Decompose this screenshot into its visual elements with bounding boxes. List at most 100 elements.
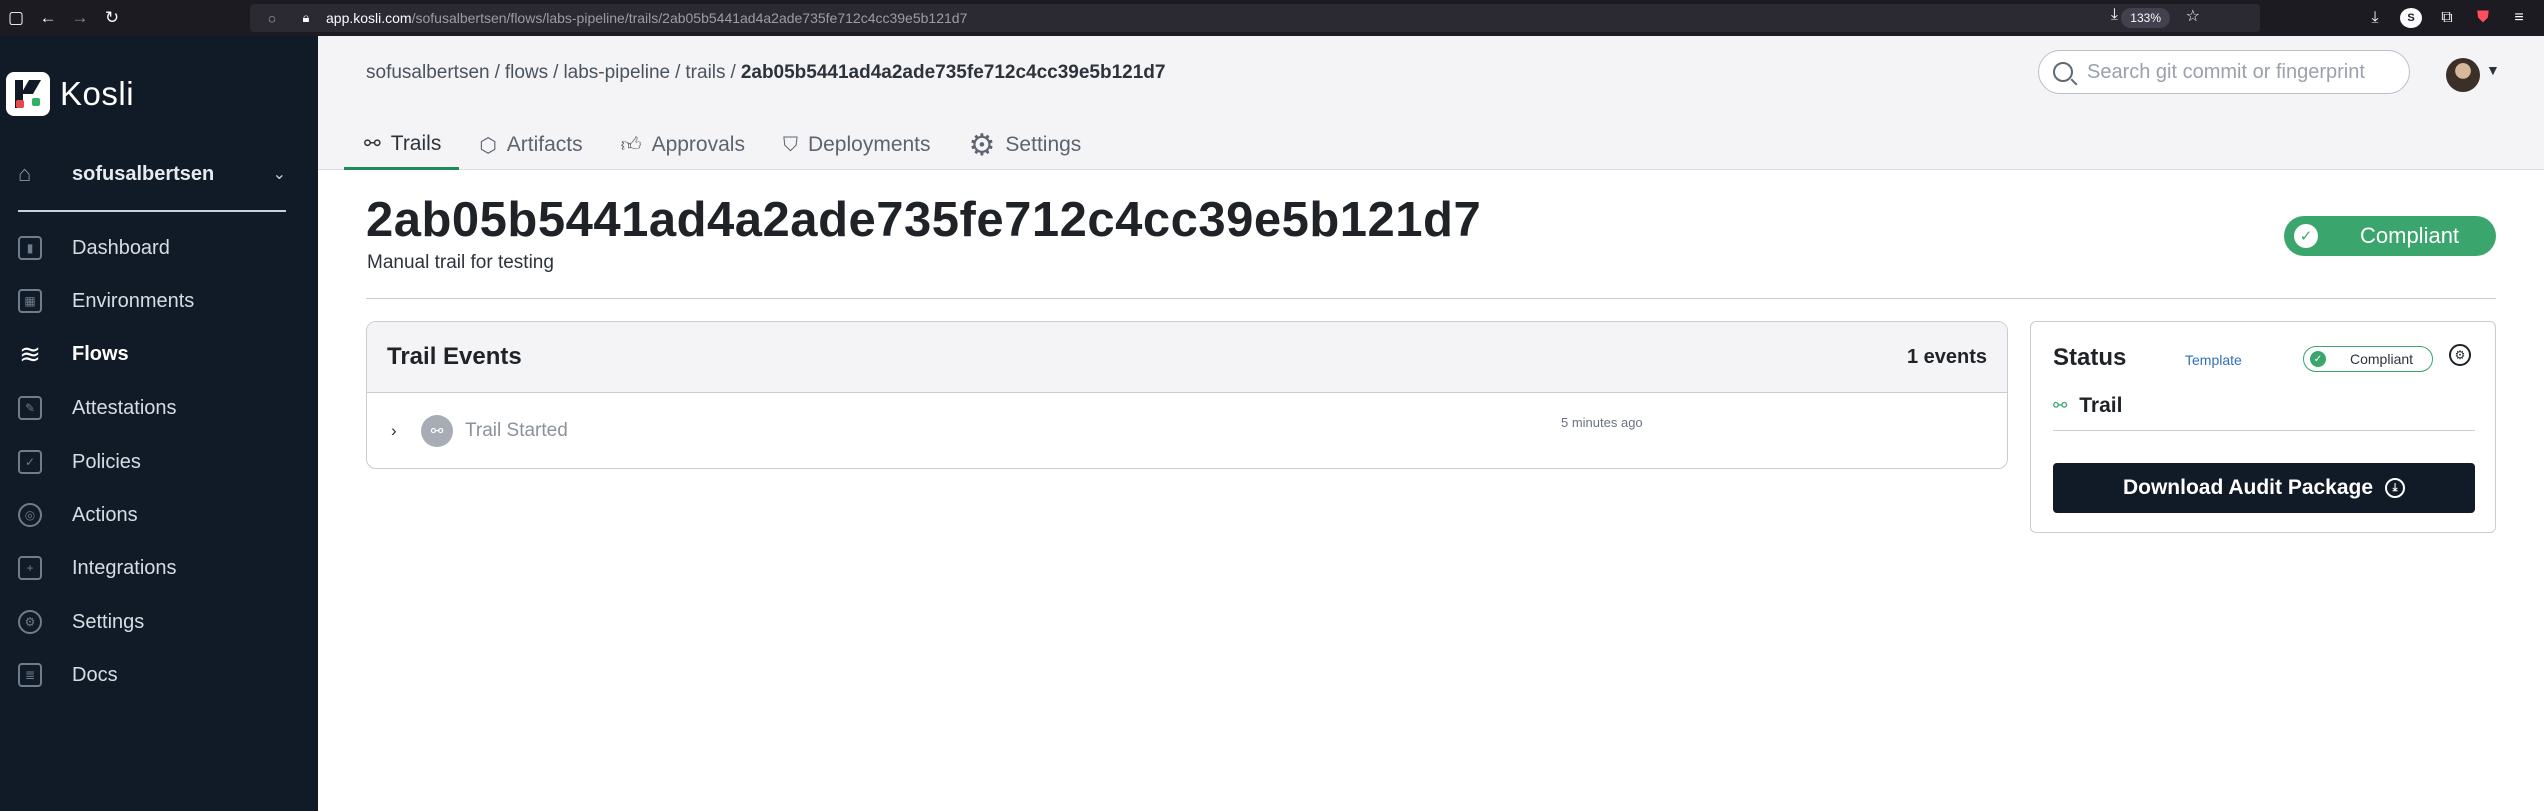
dashboard-icon: ▮ (18, 236, 42, 260)
sidebar: Kosli ⌂ sofusalbertsen ⌄ ▮ Dashboard ▦ E… (0, 36, 318, 811)
sidebar-item-flows[interactable]: ≋ Flows (18, 336, 308, 372)
trail-events-panel: Trail Events 1 events › ⚯ Trail Started … (366, 321, 2008, 469)
chevron-right-icon[interactable]: › (391, 421, 405, 441)
status-divider (2053, 430, 2475, 431)
menu-icon[interactable]: ≡ (2508, 9, 2530, 27)
sidebar-item-label: Actions (72, 503, 138, 526)
actions-icon: ◎ (18, 503, 42, 527)
shield-icon: ◌ (268, 10, 276, 26)
status-trail-label: Trail (2079, 394, 2123, 417)
status-panel: Status Template ✓ Compliant ⚙ ⚯ Trail Do… (2030, 321, 2496, 533)
extensions-puzzle-icon[interactable]: ⧉ (2436, 9, 2458, 27)
reload-icon[interactable]: ↻ (96, 0, 128, 36)
sidebar-item-label: Docs (72, 663, 118, 686)
trail-events-header: Trail Events 1 events (367, 322, 2007, 393)
event-label: Trail Started (465, 420, 568, 441)
page-header: sofusalbertsen / flows / labs-pipeline / trail… (318, 36, 2544, 170)
browser-extensions: ⤓ S ⧉ ⛊ ≡ (2364, 0, 2544, 36)
tab-approvals[interactable]: 👍︎ Approvals (601, 120, 763, 170)
sidebar-item-docs[interactable]: ≣ Docs (18, 657, 308, 693)
extension-s-icon[interactable]: S (2400, 8, 2422, 28)
tab-label: Approvals (651, 133, 745, 156)
address-bar[interactable]: ◌ 🔒︎ app.kosli.com/sofusalbertsen/flows/… (250, 4, 2260, 32)
sidebar-item-label: Environments (72, 289, 195, 312)
sidebar-item-dashboard[interactable]: ▮ Dashboard (18, 230, 308, 266)
title-divider (366, 298, 2496, 299)
tab-trails[interactable]: ⚯ Trails (344, 120, 460, 170)
trail-icon: ⚯ (2053, 396, 2068, 415)
url-text: app.kosli.com/sofusalbertsen/flows/labs-… (326, 10, 968, 26)
trail-event-icon: ⚯ (421, 415, 453, 447)
kosli-logo-mark (6, 72, 50, 116)
environments-icon: ▦ (18, 289, 42, 313)
avatar[interactable] (2446, 58, 2480, 92)
download-page-icon[interactable]: ⤓ (2111, 6, 2118, 24)
tab-artifacts[interactable]: ⬡ Artifacts (459, 120, 600, 170)
breadcrumb-trails[interactable]: trails (685, 62, 725, 83)
tab-label: Deployments (807, 133, 931, 156)
download-icon: ⤓ (2385, 478, 2406, 498)
settings-icon: ⚙ (18, 610, 42, 634)
status-badge: ✓ Compliant (2303, 346, 2433, 372)
gear-icon[interactable]: ⚙ (2449, 344, 2471, 366)
approvals-icon: 👍︎ (620, 134, 642, 156)
bookmark-star-icon[interactable]: ☆ (2186, 6, 2200, 26)
sidebar-item-label: Integrations (72, 556, 177, 579)
template-link[interactable]: Template (2185, 352, 2242, 368)
breadcrumb-flows[interactable]: flows (505, 62, 548, 83)
org-divider (18, 210, 286, 212)
lock-icon: 🔒︎ (302, 10, 310, 25)
sidebar-item-label: Flows (72, 342, 129, 365)
trails-icon: ⚯ (364, 133, 381, 155)
zoom-badge[interactable]: 133% (2121, 8, 2170, 28)
compliance-label: Compliant (2360, 223, 2460, 248)
docs-icon: ≣ (18, 663, 42, 687)
breadcrumb-current: 2ab05b5441ad4a2ade735fe712c4cc39e5b121d7 (740, 62, 1166, 83)
downloads-icon[interactable]: ⤓ (2364, 9, 2386, 27)
sidebar-item-actions[interactable]: ◎ Actions (18, 497, 308, 533)
list-item[interactable]: › ⚯ Trail Started 5 minutes ago (367, 393, 2007, 468)
flows-icon: ≋ (19, 338, 41, 369)
sidebar-item-environments[interactable]: ▦ Environments (18, 283, 308, 319)
caret-down-icon[interactable]: ▼ (2486, 62, 2500, 78)
sidebar-item-attestations[interactable]: ✎ Attestations (18, 390, 308, 426)
deployments-icon: ⛉ (782, 133, 798, 156)
back-icon[interactable]: ← (32, 0, 64, 36)
artifacts-icon: ⬡ (479, 134, 497, 157)
sidebar-toggle-icon[interactable]: ▢ (0, 0, 32, 36)
trail-events-count: 1 events (1906, 345, 1987, 368)
attestations-icon: ✎ (18, 396, 42, 420)
sidebar-item-integrations[interactable]: + Integrations (18, 550, 308, 586)
brand-name: Kosli (60, 75, 135, 112)
sidebar-item-policies[interactable]: ✓ Policies (18, 444, 308, 480)
tab-bar: ⚯ Trails ⬡ Artifacts 👍︎ Approvals ⛉ Depl… (344, 120, 1099, 170)
extension-ublock-icon[interactable]: ⛊ (2472, 9, 2494, 27)
forward-icon[interactable]: → (64, 0, 96, 36)
browser-toolbar: ▢ ← → ↻ ◌ 🔒︎ app.kosli.com/sofusalbertse… (0, 0, 2544, 36)
tab-deployments[interactable]: ⛉ Deployments (763, 120, 949, 170)
breadcrumb-org[interactable]: sofusalbertsen (366, 62, 490, 83)
download-button-label: Download Audit Package (2122, 476, 2374, 499)
sidebar-item-label: Settings (72, 610, 145, 633)
search-input[interactable] (2087, 60, 2387, 84)
home-icon: ⌂ (18, 161, 32, 186)
check-circle-icon: ✓ (2294, 224, 2318, 248)
policies-icon: ✓ (18, 450, 42, 474)
tab-settings[interactable]: ⚙ Settings (949, 120, 1100, 170)
download-audit-package-button[interactable]: Download Audit Package ⤓ (2053, 463, 2475, 513)
org-selector[interactable]: ⌂ sofusalbertsen ⌄ (18, 158, 286, 190)
sidebar-item-settings[interactable]: ⚙ Settings (18, 604, 308, 640)
tab-label: Trails (390, 131, 442, 155)
compliance-status-badge: ✓ Compliant (2284, 216, 2496, 256)
chevron-down-icon: ⌄ (272, 166, 286, 183)
check-circle-icon: ✓ (2310, 351, 2326, 367)
breadcrumb-flow[interactable]: labs-pipeline (563, 62, 670, 83)
page-title: 2ab05b5441ad4a2ade735fe712c4cc39e5b121d7 (366, 193, 1482, 247)
status-title: Status (2053, 344, 2127, 371)
search-box[interactable] (2038, 50, 2410, 94)
kosli-logo[interactable]: Kosli (6, 72, 134, 116)
sidebar-item-label: Dashboard (72, 236, 170, 259)
tab-label: Artifacts (506, 133, 583, 156)
sidebar-item-label: Attestations (72, 396, 177, 419)
trail-events-title: Trail Events (387, 343, 522, 370)
